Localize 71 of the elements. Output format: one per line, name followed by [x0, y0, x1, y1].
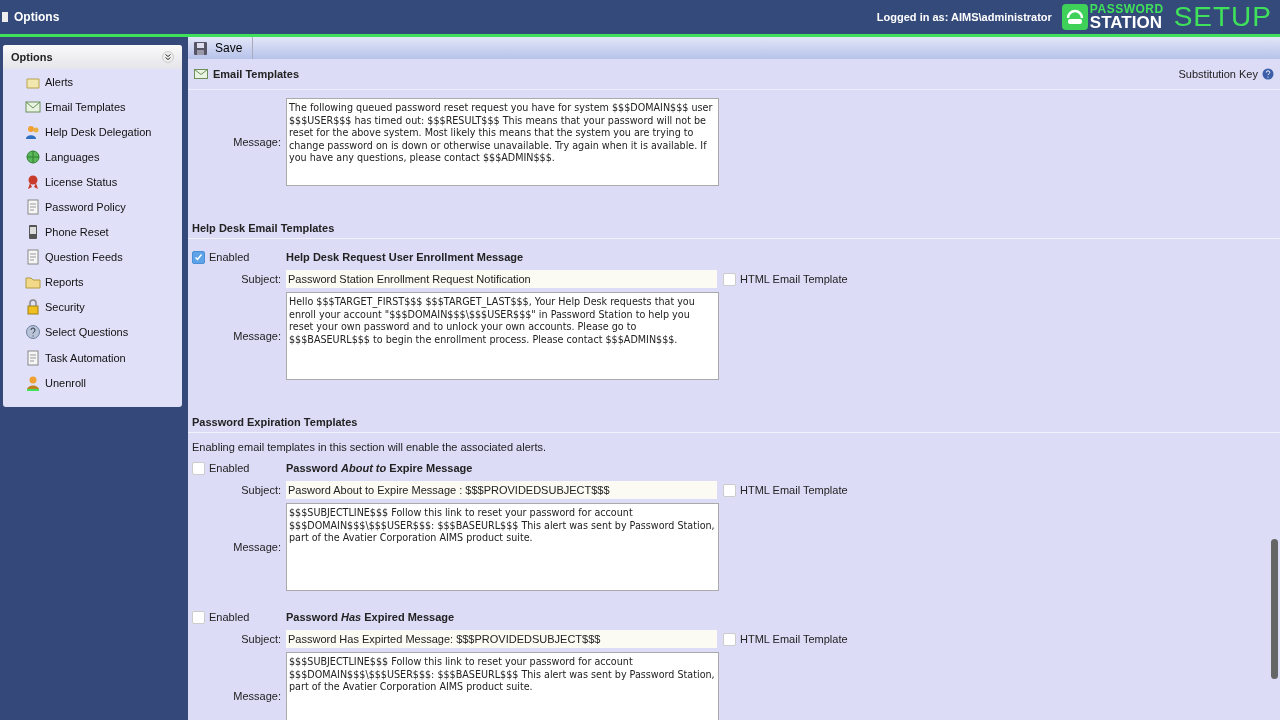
document-icon [25, 249, 41, 266]
sidebar-item[interactable]: Help Desk Delegation [3, 119, 182, 145]
sidebar-item[interactable]: Task Automation [3, 345, 182, 371]
sidebar-title: Options [11, 51, 53, 63]
message-field[interactable]: The following queued password reset request you have for system $$$DOMAIN$$$ user $$$USER$$$ has timed out: $$$RESULT$$$ This means that your password will not be reset for the above system. Most likely this means that the system you are trying to change password on is down or otherwise unavailable. Try again when it is available. If you have any questions, please contact $$$ADMIN$$$. [286, 98, 719, 186]
subject-field[interactable]: Password Has Expirted Message: $$$PROVIDEDSUBJECT$$$ [286, 630, 717, 648]
html-label: HTML Email Template [740, 633, 848, 645]
globe-icon [25, 148, 41, 165]
sidebar-item[interactable]: Phone Reset [3, 219, 182, 245]
ribbon-icon [25, 173, 41, 190]
help-icon[interactable] [1262, 68, 1274, 80]
setup-title: SETUP [1173, 1, 1272, 33]
html-checkbox[interactable] [723, 632, 736, 646]
html-label: HTML Email Template [740, 273, 848, 285]
message-label: Message: [232, 541, 282, 553]
section-description: Enabling email templates in this section will enable the associated alerts. [191, 440, 548, 453]
login-info: Logged in as: AIMS\administrator [876, 11, 1052, 23]
template-name: Help Desk Request User Enrollment Message [286, 251, 524, 263]
message-field[interactable]: Hello $$$TARGET_FIRST$$$ $$$TARGET_LAST$$$, Your Help Desk requests that you enroll your account "$$$DOMAIN$$$\$$$USER$$$" in Password Station to help you reset your own password and to unlock your own accounts. Please go to $$$BASEURL$$$ to begin the enrollment process. Please contact $$$ADMIN$$$. [286, 292, 719, 380]
folder-icon [25, 274, 41, 291]
logo-text: STATION [1089, 14, 1162, 31]
section-title: Help Desk Email Templates [188, 222, 1280, 239]
save-button[interactable]: Save [194, 37, 254, 59]
sidebar-item[interactable]: License Status [3, 169, 182, 195]
enabled-label: Enabled [209, 251, 250, 263]
subject-label: Subject: [240, 633, 282, 645]
message-field[interactable]: $$$SUBJECTLINE$$$ Follow this link to reset your password for account $$$DOMAIN$$$\$$$USER$$$: $$$BASEURL$$$ This alert was sent by Password Station, part of the Avatier Corporation AIMS product suite. [286, 503, 719, 591]
sidebar-item[interactable]: Email Templates [3, 94, 182, 120]
template-name: Password Has Expired Message [286, 611, 455, 623]
scrollbar[interactable] [1271, 539, 1278, 679]
check-icon [194, 252, 203, 262]
message-label: Message: [232, 690, 282, 702]
message-field[interactable]: $$$SUBJECTLINE$$$ Follow this link to reset your password for account $$$DOMAIN$$$\$$$USER$$$: $$$BASEURL$$$ This alert was sent by Password Station, part of the Avatier Corporation AIMS product suite. [286, 652, 719, 720]
document-icon [25, 199, 41, 215]
section-title: Password Expiration Templates [188, 416, 1280, 433]
subject-field[interactable]: Pasword About to Expire Message : $$$PROVIDEDSUBJECT$$$ [286, 481, 717, 499]
document-icon [25, 349, 41, 366]
enabled-checkbox[interactable] [192, 461, 205, 475]
enabled-label: Enabled [209, 611, 250, 623]
sidebar-item[interactable]: Alerts [3, 69, 182, 95]
question-icon [25, 324, 41, 341]
html-label: HTML Email Template [740, 484, 848, 496]
sidebar-item[interactable]: Password Policy [3, 194, 182, 220]
logo-text: PASSWORD [1089, 3, 1164, 15]
app-title: Options [14, 10, 60, 24]
sidebar-item[interactable]: Languages [3, 144, 182, 170]
html-checkbox[interactable] [723, 272, 736, 286]
subject-field[interactable]: Password Station Enrollment Request Notification [286, 270, 717, 288]
collapse-icon[interactable] [162, 51, 174, 63]
enabled-checkbox[interactable] [192, 610, 205, 624]
template-name: Password About to Expire Message [286, 462, 473, 474]
message-label: Message: [232, 136, 282, 148]
sidebar-item[interactable]: Security [3, 294, 182, 320]
enabled-label: Enabled [209, 462, 250, 474]
message-label: Message: [232, 330, 282, 342]
subject-label: Subject: [240, 273, 282, 285]
person-icon [25, 374, 41, 391]
sidebar-item[interactable]: Unenroll [3, 370, 182, 396]
people-icon [25, 123, 41, 140]
substitution-key-link[interactable]: Substitution Key [1178, 68, 1258, 80]
sidebar-item[interactable]: Select Questions [3, 319, 182, 346]
logo-icon [1061, 4, 1088, 30]
sidebar-item[interactable]: Reports [3, 269, 182, 295]
sidebar-item[interactable]: Question Feeds [3, 244, 182, 270]
options-icon [2, 11, 8, 23]
save-icon [194, 41, 207, 55]
html-checkbox[interactable] [723, 483, 736, 497]
section-title: Email Templates [213, 68, 299, 80]
lock-icon [25, 299, 41, 316]
enabled-checkbox[interactable] [192, 250, 205, 264]
subject-label: Subject: [240, 484, 282, 496]
